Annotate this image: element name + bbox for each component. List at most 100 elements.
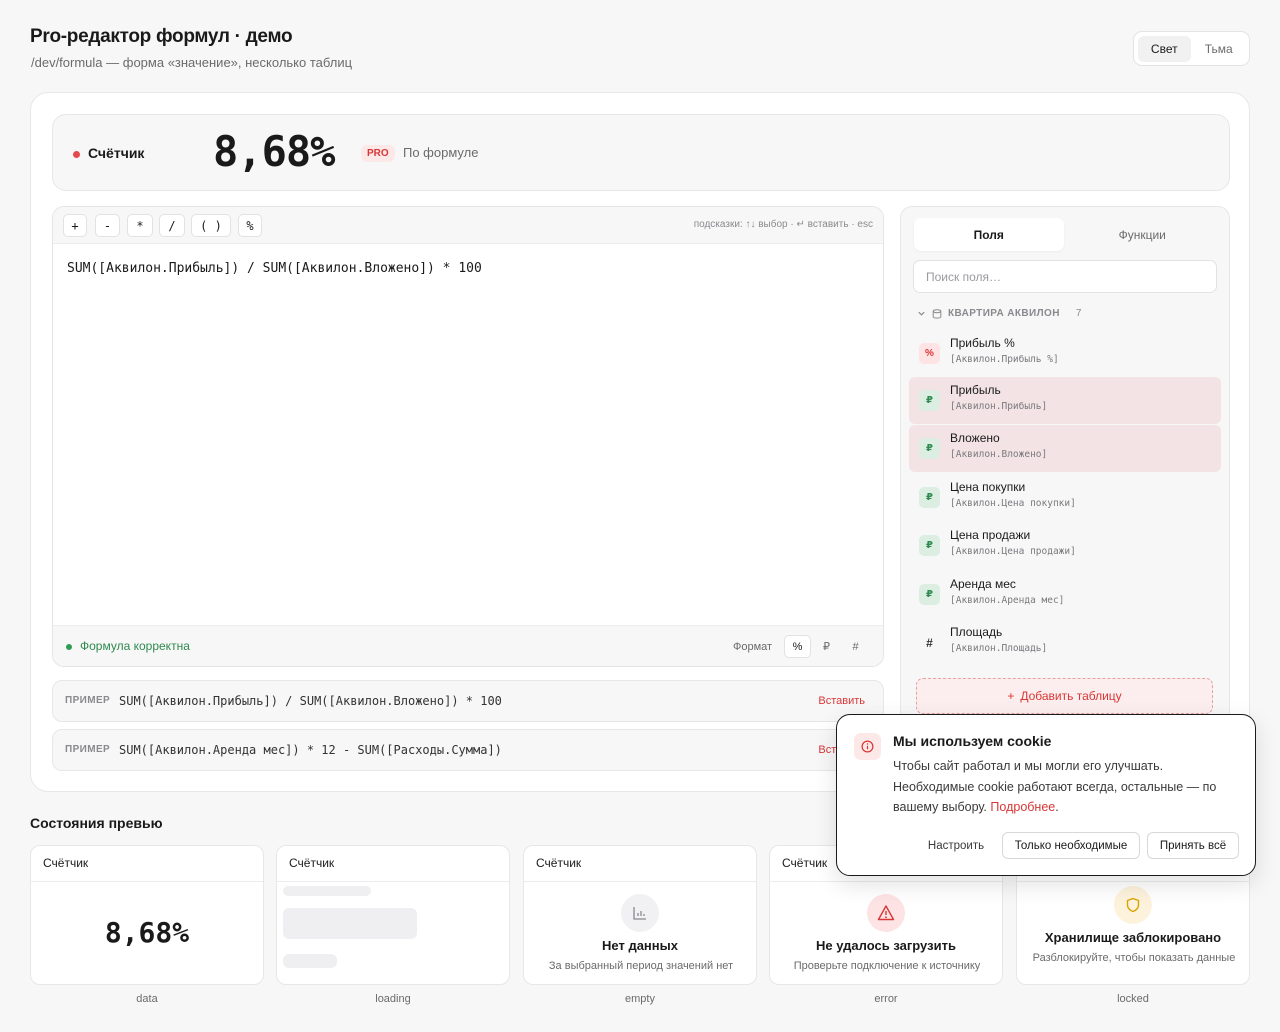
field-name: Площадь [950,625,1003,639]
cookie-configure-button[interactable]: Настроить [919,832,993,859]
state-caption: loading [375,993,411,1005]
formula-editor: + - * / ( ) % подсказки: ↑↓ выбор · ↵ вс… [52,206,884,667]
field-item[interactable]: ₽ Аренда мес [Аквилон.Аренда мес] [909,571,1221,618]
format-number-button[interactable]: # [842,635,869,658]
operator-divide-button[interactable]: / [159,214,185,237]
skeleton-line [283,954,337,968]
operator-minus-button[interactable]: - [95,214,120,237]
fields-panel: Поля Функции КВАРТИРА АКВИЛОН 7 % Прибыл… [900,206,1230,781]
state-caption: locked [1117,993,1149,1005]
operator-percent-button[interactable]: % [238,214,262,237]
state-caption: error [874,993,898,1005]
field-item[interactable]: ₽ Цена продажи [Аквилон.Цена продажи] [909,522,1221,569]
operator-plus-button[interactable]: + [63,214,87,237]
field-ref: [Аквилон.Цена продажи] [950,546,1076,557]
state-card-data: Счётчик 8,68% [30,845,264,985]
state-hint: Разблокируйте, чтобы показать данные [1032,952,1236,964]
table-group-header[interactable]: КВАРТИРА АКВИЛОН 7 [917,308,1082,319]
cookie-necessary-button[interactable]: Только необходимые [1002,832,1140,859]
field-item[interactable]: % Прибыль % [Аквилон.Прибыль %] [909,330,1221,377]
theme-dark-button[interactable]: Тьма [1193,36,1246,62]
shield-icon [1114,886,1152,924]
database-icon [932,308,942,319]
page-subtitle: /dev/formula — форма «значение», несколь… [31,55,353,70]
add-table-label: Добавить таблицу [1020,689,1122,703]
chevron-down-icon [918,311,925,316]
example-label: ПРИМЕР [65,744,111,755]
cookie-more-link[interactable]: Подробнее [990,800,1055,814]
state-value: 8,68% [104,916,190,949]
ruble-type-icon: ₽ [919,390,940,411]
ruble-type-icon: ₽ [919,584,940,605]
cookie-title: Мы используем cookie [893,733,1052,749]
valid-dot [66,644,72,650]
example-code: SUM([Аквилон.Прибыль]) / SUM([Аквилон.Вл… [119,694,502,708]
state-caption: data [136,993,158,1005]
cookie-banner: Мы используем cookie Чтобы сайт работал … [836,714,1256,876]
field-search-input[interactable] [913,260,1217,293]
fields-tabs: Поля Функции [914,218,1217,251]
state-card-header: Счётчик [524,846,756,882]
field-ref: [Аквилон.Площадь] [950,643,1048,654]
state-card-loading: Счётчик [276,845,510,985]
theme-light-button[interactable]: Свет [1138,35,1191,62]
field-ref: [Аквилон.Вложено] [950,449,1048,460]
counter-preview: Счётчик 8,68% PRO По формуле [52,114,1230,191]
operator-toolbar: + - * / ( ) % подсказки: ↑↓ выбор · ↵ вс… [53,207,883,244]
state-hint: Проверьте подключение к источнику [793,960,981,972]
formula-status: Формула корректна [80,639,190,653]
editor-footer: Формула корректна Формат % ₽ # [53,625,883,666]
counter-value: 8,68% [213,127,335,176]
table-group-name: КВАРТИРА АКВИЛОН [948,308,1060,319]
example-row: ПРИМЕР SUM([Аквилон.Прибыль]) / SUM([Акв… [52,680,884,722]
pro-badge: PRO [361,145,395,162]
cookie-accept-button[interactable]: Принять всё [1147,832,1239,859]
table-group-count: 7 [1075,308,1082,319]
example-code: SUM([Аквилон.Аренда мес]) * 12 - SUM([Ра… [119,743,502,757]
field-name: Цена продажи [950,528,1031,542]
warning-icon [867,894,905,932]
formula-editor-card: Счётчик 8,68% PRO По формуле + - * / ( )… [30,92,1250,792]
formula-input[interactable]: SUM([Аквилон.Прибыль]) / SUM([Аквилон.Вл… [67,261,482,276]
field-ref: [Аквилон.Прибыль] [950,401,1048,412]
info-icon [854,733,881,760]
operator-multiply-button[interactable]: * [127,214,153,237]
field-ref: [Аквилон.Цена покупки] [950,498,1076,509]
skeleton-line [283,886,371,896]
field-name: Прибыль % [950,336,1015,350]
theme-toggle: Свет Тьма [1133,31,1250,66]
preview-states-title: Состояния превью [30,815,163,831]
state-message: Не удалось загрузить [816,938,956,953]
format-percent-button[interactable]: % [784,635,811,658]
field-item[interactable]: ₽ Вложено [Аквилон.Вложено] [909,425,1221,472]
number-type-icon: # [926,635,933,650]
field-name: Вложено [950,431,1000,445]
insert-example-button[interactable]: Вставить [818,695,865,707]
field-name: Аренда мес [950,577,1016,591]
counter-source: По формуле [403,145,479,160]
state-card-empty: Счётчик Нет данных За выбранный период з… [523,845,757,985]
state-message: Хранилище заблокировано [1044,930,1222,945]
state-card-header: Счётчик [277,846,509,882]
add-table-button[interactable]: + Добавить таблицу [916,678,1213,714]
ruble-type-icon: ₽ [919,438,940,459]
field-ref: [Аквилон.Аренда мес] [950,595,1065,606]
field-item[interactable]: # Площадь [Аквилон.Площадь] [909,619,1221,666]
tab-functions[interactable]: Функции [1068,218,1218,251]
ruble-type-icon: ₽ [919,487,940,508]
state-caption: empty [625,993,655,1005]
keyboard-hints: подсказки: ↑↓ выбор · ↵ вставить · esc [693,219,873,230]
example-row: ПРИМЕР SUM([Аквилон.Аренда мес]) * 12 - … [52,729,884,771]
field-ref: [Аквилон.Прибыль %] [950,354,1059,365]
page-title: Pro-редактор формул · демо [30,26,293,47]
operator-parens-button[interactable]: ( ) [191,214,231,237]
state-message: Нет данных [602,938,678,953]
skeleton-block [283,908,417,939]
bar-chart-icon [621,894,659,932]
tab-fields[interactable]: Поля [914,218,1064,251]
counter-label: Счётчик [88,145,145,161]
format-ruble-button[interactable]: ₽ [813,635,840,658]
field-item[interactable]: ₽ Цена покупки [Аквилон.Цена покупки] [909,474,1221,521]
field-item[interactable]: ₽ Прибыль [Аквилон.Прибыль] [909,377,1221,424]
example-label: ПРИМЕР [65,695,111,706]
